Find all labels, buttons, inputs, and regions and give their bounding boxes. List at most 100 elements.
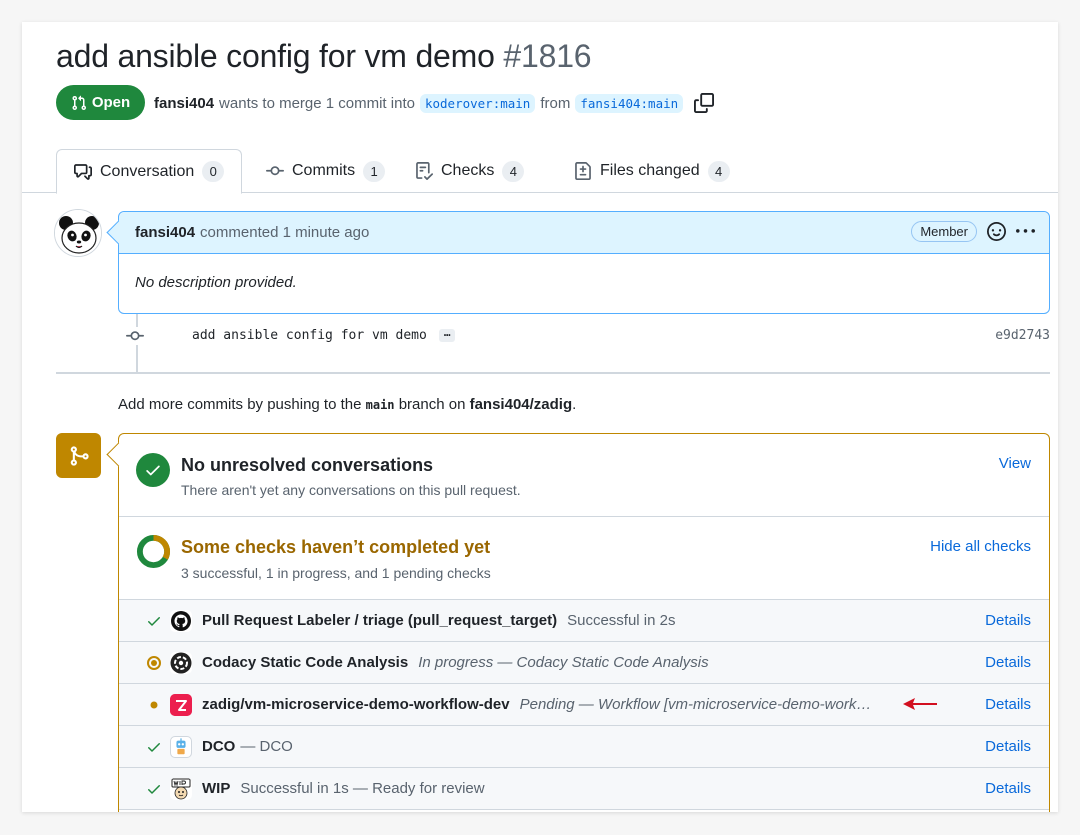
check-pending-icon bbox=[145, 696, 163, 714]
commit-row: add ansible config for vm demo … e9d2743 bbox=[118, 322, 1050, 350]
page-title: add ansible config for vm demo #1816 bbox=[56, 38, 592, 75]
conversations-title: No unresolved conversations bbox=[181, 455, 434, 475]
check-circle-icon bbox=[136, 453, 170, 487]
check-title: Pull Request Labeler / triage (pull_requ… bbox=[202, 612, 558, 629]
details-link[interactable]: Details bbox=[985, 696, 1031, 713]
push-note: Add more commits by pushing to the main … bbox=[118, 396, 576, 413]
red-arrow-icon bbox=[903, 698, 937, 710]
check-description: Successful in 2s bbox=[567, 612, 676, 629]
checks-list: Pull Request Labeler / triage (pull_requ… bbox=[119, 600, 1049, 810]
tab-counter: 1 bbox=[363, 160, 386, 182]
tab-label: Files changed bbox=[600, 162, 700, 179]
checks-title: Some checks haven’t completed yet bbox=[181, 537, 491, 557]
pr-tabs: Conversation 0 Commits 1 Checks 4 Files … bbox=[22, 149, 1058, 194]
push-note-suffix: . bbox=[572, 396, 577, 413]
commit-message: add ansible config for vm demo … bbox=[192, 327, 456, 343]
check-title: zadig/vm-microservice-demo-workflow-dev bbox=[202, 696, 510, 713]
push-note-prefix: Add more commits by pushing to the bbox=[118, 396, 362, 413]
check-title: DCO bbox=[202, 738, 236, 755]
tab-counter: 0 bbox=[202, 161, 225, 182]
merge-box: No unresolved conversations There aren't… bbox=[118, 433, 1050, 812]
tab-checks[interactable]: Checks 4 bbox=[398, 149, 541, 193]
push-note-middle: branch on bbox=[398, 396, 466, 413]
checklist-icon bbox=[416, 162, 433, 180]
check-in-progress-icon bbox=[145, 654, 163, 672]
check-name: Codacy Static Code Analysis In progress —… bbox=[202, 654, 709, 671]
file-diff-icon bbox=[575, 162, 591, 180]
tab-counter: 4 bbox=[502, 160, 525, 182]
commit-message-link[interactable]: add ansible config for vm demo bbox=[192, 328, 427, 343]
pull-request-page: add ansible config for vm demo #1816 Ope… bbox=[22, 22, 1058, 812]
tab-conversation[interactable]: Conversation 0 bbox=[56, 149, 243, 194]
view-conversations-link[interactable]: View bbox=[999, 455, 1031, 472]
merge-text: wants to merge 1 commit into bbox=[219, 94, 415, 112]
expand-commit-button[interactable]: … bbox=[438, 327, 456, 342]
wip-icon bbox=[170, 778, 192, 800]
check-row-zadig: zadig/vm-microservice-demo-workflow-dev P… bbox=[119, 684, 1049, 726]
avatar[interactable] bbox=[54, 209, 102, 257]
git-commit-icon bbox=[126, 327, 144, 345]
check-description: In progress — Codacy Static Code Analysi… bbox=[418, 654, 709, 671]
push-note-branch: main bbox=[365, 398, 395, 412]
author-link[interactable]: fansi404 bbox=[154, 95, 214, 112]
comment-box: fansi404 commented 1 minute ago Member N… bbox=[118, 211, 1050, 314]
check-name: DCO — DCO bbox=[202, 738, 293, 755]
tab-label: Checks bbox=[441, 162, 495, 179]
merge-status-badge bbox=[56, 433, 101, 478]
timeline-divider bbox=[56, 372, 1050, 374]
checks-subtitle: 3 successful, 1 in progress, and 1 pendi… bbox=[181, 565, 491, 581]
check-success-icon bbox=[145, 738, 163, 756]
tab-label: Commits bbox=[292, 162, 356, 179]
details-link[interactable]: Details bbox=[985, 612, 1031, 629]
check-row-wip: WIP Successful in 1s — Ready for review D… bbox=[119, 768, 1049, 810]
checks-progress-ring-icon bbox=[136, 534, 171, 569]
conversations-subtitle: There aren't yet any conversations on th… bbox=[181, 482, 521, 498]
state-label: Open bbox=[91, 94, 131, 111]
check-description: — DCO bbox=[240, 738, 293, 755]
details-link[interactable]: Details bbox=[985, 780, 1031, 797]
smiley-icon[interactable] bbox=[987, 222, 1006, 241]
member-badge: Member bbox=[911, 221, 977, 242]
push-note-repo[interactable]: fansi404/zadig bbox=[470, 396, 573, 413]
comment-author[interactable]: fansi404 bbox=[135, 224, 195, 241]
base-branch[interactable]: koderover:main bbox=[419, 93, 536, 113]
check-description: Pending — Workflow [vm-microservice-demo… bbox=[519, 696, 872, 713]
comment-header: fansi404 commented 1 minute ago Member bbox=[119, 212, 1049, 254]
details-link[interactable]: Details bbox=[985, 738, 1031, 755]
tab-files-changed[interactable]: Files changed 4 bbox=[557, 149, 747, 193]
check-name: zadig/vm-microservice-demo-workflow-dev P… bbox=[202, 696, 871, 713]
check-success-icon bbox=[145, 612, 163, 630]
codacy-icon bbox=[170, 652, 192, 674]
dco-robot-icon bbox=[170, 736, 192, 758]
kebab-horizontal-icon[interactable] bbox=[1016, 222, 1035, 241]
check-name: WIP Successful in 1s — Ready for review bbox=[202, 780, 485, 797]
zadig-icon bbox=[170, 694, 192, 716]
tab-commits[interactable]: Commits 1 bbox=[249, 149, 402, 193]
comment-body: No description provided. bbox=[135, 274, 297, 291]
check-row-labeler: Pull Request Labeler / triage (pull_requ… bbox=[119, 600, 1049, 642]
copy-icon[interactable] bbox=[694, 93, 715, 113]
tab-label: Conversation bbox=[100, 162, 195, 180]
comment-meta[interactable]: commented 1 minute ago bbox=[200, 224, 369, 241]
check-name: Pull Request Labeler / triage (pull_requ… bbox=[202, 612, 675, 629]
comment-discussion-icon bbox=[74, 163, 92, 180]
head-branch[interactable]: fansi404:main bbox=[575, 93, 684, 113]
github-icon bbox=[170, 610, 192, 632]
checks-section: Some checks haven’t completed yet 3 succ… bbox=[119, 517, 1049, 600]
pr-number: #1816 bbox=[503, 38, 592, 74]
details-link[interactable]: Details bbox=[985, 654, 1031, 671]
commit-sha[interactable]: e9d2743 bbox=[995, 328, 1050, 343]
tab-counter: 4 bbox=[707, 160, 730, 182]
state-badge-open: Open bbox=[56, 85, 145, 120]
merge-summary: fansi404 wants to merge 1 commit into ko… bbox=[154, 93, 715, 113]
git-merge-icon bbox=[70, 445, 89, 466]
check-row-dco: DCO — DCO Details bbox=[119, 726, 1049, 768]
check-success-icon bbox=[145, 780, 163, 798]
check-row-codacy: Codacy Static Code Analysis In progress —… bbox=[119, 642, 1049, 684]
check-description: Successful in 1s — Ready for review bbox=[240, 780, 485, 797]
git-pull-request-icon bbox=[72, 95, 86, 110]
hide-all-checks-link[interactable]: Hide all checks bbox=[930, 538, 1031, 555]
comment-actions: Member bbox=[911, 221, 1035, 242]
git-commit-icon bbox=[266, 166, 284, 176]
panda-avatar-icon bbox=[55, 210, 101, 256]
